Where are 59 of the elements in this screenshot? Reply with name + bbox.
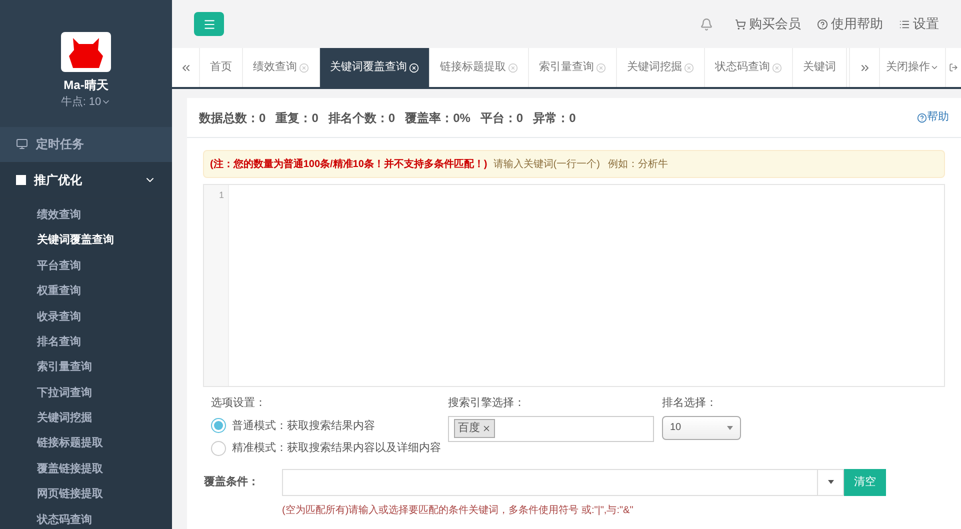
tab[interactable]: 状态码查询 — [705, 48, 793, 87]
avatar-icon — [61, 32, 111, 72]
stat-text: 重复：0 — [276, 110, 318, 126]
sidebar-subitem[interactable]: 下拉词查询 — [0, 380, 172, 406]
tab[interactable]: 关键词 — [793, 48, 847, 87]
sidebar-subitem[interactable]: 网页链接提取 — [0, 482, 172, 508]
condition-help: (空为匹配所有)请输入或选择要匹配的条件关键词，多条件使用符号 或:"|",与:"&" — [282, 504, 634, 518]
exit-icon — [949, 63, 958, 72]
sidebar-subitem[interactable]: 索引量查询 — [0, 354, 172, 380]
engine-select[interactable]: 百度 — [448, 416, 654, 442]
menu-button[interactable] — [194, 12, 224, 36]
sidebar-item[interactable]: 定时任务 — [0, 126, 172, 162]
condition-field[interactable] — [282, 468, 818, 496]
sidebar-subitem[interactable]: 状态码查询 — [0, 507, 172, 529]
radio-button[interactable] — [211, 418, 226, 434]
tab[interactable]: 首页 — [200, 48, 243, 87]
engine-label: 搜索引擎选择： — [448, 396, 526, 411]
sidebar-subitem[interactable]: 链接标题提取 — [0, 431, 172, 456]
stat-text: 数据总数：0 — [199, 110, 266, 126]
tab[interactable]: 链接标题提取 — [430, 48, 529, 87]
user-name: Ma-晴天 — [64, 77, 108, 94]
tab[interactable]: 关键词挖掘 — [617, 48, 705, 87]
sidebar-subitem[interactable]: 关键词挖掘 — [0, 406, 172, 432]
line-number: 1 — [218, 189, 224, 202]
remove-icon[interactable] — [482, 424, 491, 433]
rank-select[interactable]: 10 — [662, 416, 741, 440]
caret-icon — [930, 63, 939, 72]
rank-label: 排名选择： — [662, 396, 718, 411]
notice-bar: (注：您的数量为普通100条/精准10条！并不支持多条件匹配！) 请输入关键词(一行一个) 例如：分析牛 — [203, 150, 945, 178]
sidebar-subitem[interactable]: 排名查询 — [0, 329, 172, 355]
stat-text: 排名个数：0 — [328, 110, 396, 126]
close-actions-dropdown[interactable]: 关闭操作 — [879, 48, 945, 87]
tab[interactable]: 索引量查询 — [529, 48, 617, 87]
tab[interactable]: 关键词覆盖查询 — [320, 48, 430, 87]
sidebar-item[interactable]: 推广优化 — [0, 162, 172, 198]
bell-icon[interactable] — [700, 18, 713, 30]
points-dropdown[interactable]: 牛点: 10 — [60, 94, 112, 110]
radio-button[interactable] — [211, 440, 226, 456]
sidebar-subitem[interactable]: 覆盖链接提取 — [0, 456, 172, 482]
stat-text: 覆盖率：0% — [405, 110, 470, 126]
radio-label: 普通模式：获取搜索结果内容 — [232, 418, 375, 434]
help-link[interactable]: 帮助 — [917, 109, 949, 126]
topbar-link[interactable]: 设置 — [899, 14, 939, 34]
monitor-icon — [16, 138, 28, 150]
stat-text: 异常：0 — [533, 110, 576, 126]
topbar-link[interactable]: 购买会员 — [735, 14, 801, 34]
sidebar-subitem[interactable]: 收录查询 — [0, 304, 172, 330]
options-label: 选项设置： — [211, 396, 267, 411]
sidebar-subitem[interactable]: 权重查询 — [0, 278, 172, 304]
engine-tag[interactable]: 百度 — [454, 419, 495, 438]
sidebar-subitem[interactable]: 关键词覆盖查询 — [0, 228, 172, 254]
sidebar-subitem[interactable]: 绩效查询 — [0, 202, 172, 228]
sidebar-subitem[interactable]: 平台查询 — [0, 253, 172, 279]
help-icon — [917, 112, 927, 122]
menu-icon — [202, 18, 216, 30]
stat-text: 平台：0 — [480, 110, 524, 126]
condition-label: 覆盖条件： — [203, 474, 260, 490]
radio-label: 精准模式：获取搜索结果内容以及详细内容 — [232, 440, 441, 456]
topbar-link[interactable]: 使用帮助 — [817, 14, 883, 34]
